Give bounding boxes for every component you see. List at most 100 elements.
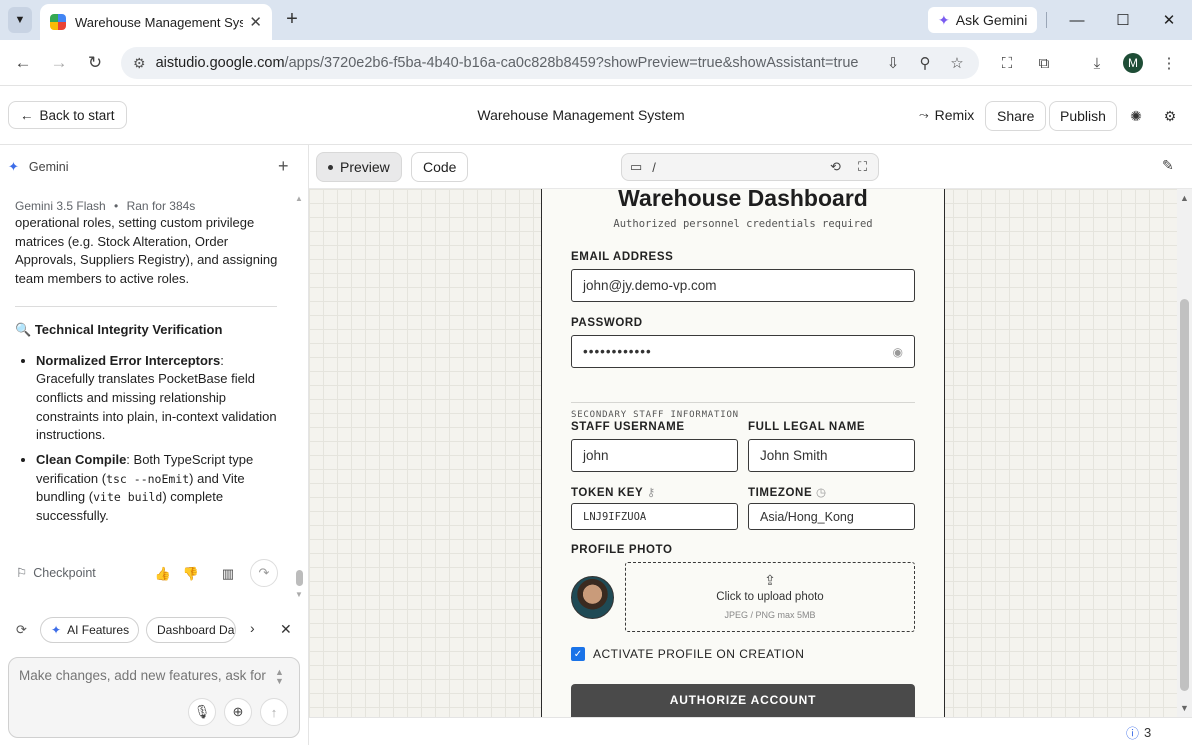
remix-icon: ⤳ [919,107,929,122]
screenshot-icon[interactable]: ⛶ [996,51,1018,75]
form-subtitle: Authorized personnel credentials require… [613,218,873,230]
attach-plus-icon[interactable]: ⊕ [224,698,252,726]
message-heading-text: Technical Integrity Verification [34,321,223,337]
minimize-button[interactable]: — [1065,8,1089,32]
upload-icon: ⇪ [764,572,776,588]
install-app-icon[interactable]: ⇩ [882,51,904,75]
ask-gemini-button[interactable]: ✦ Ask Gemini [928,7,1038,33]
forward-nav-button[interactable]: → [47,51,71,75]
close-icon[interactable]: ✕ [280,621,292,638]
remix-button[interactable]: ⤳ Remix [913,101,980,129]
send-arrow-icon[interactable]: ↑ [260,698,288,726]
login-card: Warehouse Dashboard Authorized personnel… [541,189,945,717]
inline-code: tsc --noEmit [106,471,190,486]
gemini-sparkle-icon: ✦ [938,11,950,28]
close-window-button[interactable]: ✕ [1157,8,1181,32]
preview-scroll-thumb[interactable] [1180,299,1189,691]
bookmark-star-icon[interactable]: ☆ [946,51,968,75]
password-label: PASSWORD [571,317,643,329]
password-field[interactable]: •••••••••••• ◉ [571,335,915,368]
prompt-box: ▲▼ 🎙 ⊕ ↑ [8,657,300,738]
authorize-account-button[interactable]: AUTHORIZE ACCOUNT [571,684,915,717]
photo-upload-dropzone[interactable]: ⇪ Click to upload photo JPEG / PNG max 5… [625,562,915,632]
username-label: STAFF USERNAME [571,421,685,433]
clock-icon: ◷ [816,487,827,499]
url-text: aistudio.google.com/apps/3720e2b6-f5ba-4… [156,55,859,71]
ask-gemini-label: Ask Gemini [955,12,1028,28]
annotate-icon[interactable]: ✎ [1162,157,1174,174]
new-chat-button[interactable]: + [278,156,289,177]
thumbs-up-icon[interactable]: 👍 [152,565,174,583]
publish-button[interactable]: Publish [1049,101,1117,131]
tab-code[interactable]: Code [411,152,469,182]
prompt-input[interactable] [19,668,269,683]
upload-hint: JPEG / PNG max 5MB [724,610,816,620]
upload-text: Click to upload photo [716,591,824,603]
chevron-right-icon[interactable]: › [250,620,255,636]
scroll-up-icon[interactable]: ▲ [1180,193,1189,203]
reload-button[interactable]: ↻ [83,51,107,75]
token-field[interactable]: LNJ9IFZUOA [571,503,738,530]
eye-icon[interactable]: ◉ [893,345,904,359]
url-path: /apps/3720e2b6-f5ba-4b40-b16a-ca0c828b84… [284,55,859,71]
preview-path-bar[interactable]: ▭ / ⟲ ⛶ [621,153,879,181]
tab-preview[interactable]: Preview [316,152,402,182]
preview-status-bar [309,717,1192,745]
browser-menu-icon[interactable]: ⋮ [1158,51,1180,75]
inline-code: vite build [93,490,163,505]
chat-scroll-thumb[interactable] [296,570,303,586]
microphone-icon[interactable]: 🎙 [188,698,216,726]
preview-scrollbar[interactable]: ▲ ▼ [1177,189,1192,717]
restore-icon[interactable]: ↷ [250,559,278,587]
active-dot [328,164,333,170]
prompt-resize-icon[interactable]: ▲ ▼ [275,668,284,686]
extensions-icon[interactable]: ⧉ [1033,51,1055,75]
remix-label: Remix [934,107,975,123]
chat-scrollbar[interactable]: ▲ ▼ [295,194,303,604]
photo-label: PROFILE PHOTO [571,544,673,556]
settings-gear-icon[interactable]: ⚙ [1159,106,1181,126]
fullscreen-icon[interactable]: ⛶ [858,159,867,175]
zoom-icon[interactable]: ⚲ [914,51,936,75]
refresh-icon[interactable]: ⟲ [830,159,841,175]
thumbs-down-icon[interactable]: 👎 [180,565,202,583]
issues-indicator[interactable]: ⓘ 3 [1126,723,1151,742]
activate-label: ACTIVATE PROFILE ON CREATION [593,647,805,661]
activate-checkbox[interactable]: ✓ [571,647,585,661]
checkpoint-button[interactable]: ⚐ Checkpoint [16,565,96,581]
site-info-icon[interactable]: ⚙ [133,55,146,72]
list-item: Clean Compile: Both TypeScript type veri… [36,451,285,526]
email-field[interactable]: john@jy.demo-vp.com [571,269,915,302]
form-title: Warehouse Dashboard [618,189,868,211]
list-item-title: Clean Compile [36,452,127,468]
chip-ai-features[interactable]: ✦ AI Features [40,617,139,643]
message-heading: 🔍 Technical Integrity Verification [15,321,285,340]
share-button[interactable]: Share [985,101,1047,131]
new-tab-button[interactable]: + [282,8,302,31]
minimize-icon: — [1069,11,1085,29]
profile-avatar[interactable]: M [1123,53,1143,73]
scroll-down-icon[interactable]: ▼ [295,590,303,599]
chip-dashboard-data[interactable]: Dashboard Dat [146,617,236,643]
device-icon[interactable]: ▭ [630,159,642,175]
back-nav-button[interactable]: ← [11,51,35,75]
timezone-field[interactable]: Asia/Hong_Kong [748,503,915,530]
username-field[interactable]: john [571,439,738,472]
diff-view-icon[interactable]: ▥ [217,565,239,583]
info-icon: ⓘ [1126,726,1140,741]
download-icon[interactable]: ⤓ [1086,51,1108,75]
fullname-field[interactable]: John Smith [748,439,915,472]
key-icon: ⚷ [646,487,656,499]
message-list: Normalized Error Interceptors: Gracefull… [15,352,285,526]
email-label: EMAIL ADDRESS [571,251,674,263]
scroll-up-icon[interactable]: ▲ [295,194,303,203]
address-bar[interactable]: ⚙ aistudio.google.com/apps/3720e2b6-f5ba… [121,47,979,79]
browser-tab[interactable]: Warehouse Management System ✕ [40,4,272,40]
run-duration: Ran for 384s [126,199,196,213]
tab-search-button[interactable]: ▼ [8,7,32,33]
debug-bug-icon[interactable]: ✺ [1125,106,1147,126]
close-tab-icon[interactable]: ✕ [249,13,262,31]
timezone-label-text: TIMEZONE [748,487,813,499]
scroll-down-icon[interactable]: ▼ [1180,703,1189,713]
maximize-button[interactable]: ☐ [1111,8,1135,32]
